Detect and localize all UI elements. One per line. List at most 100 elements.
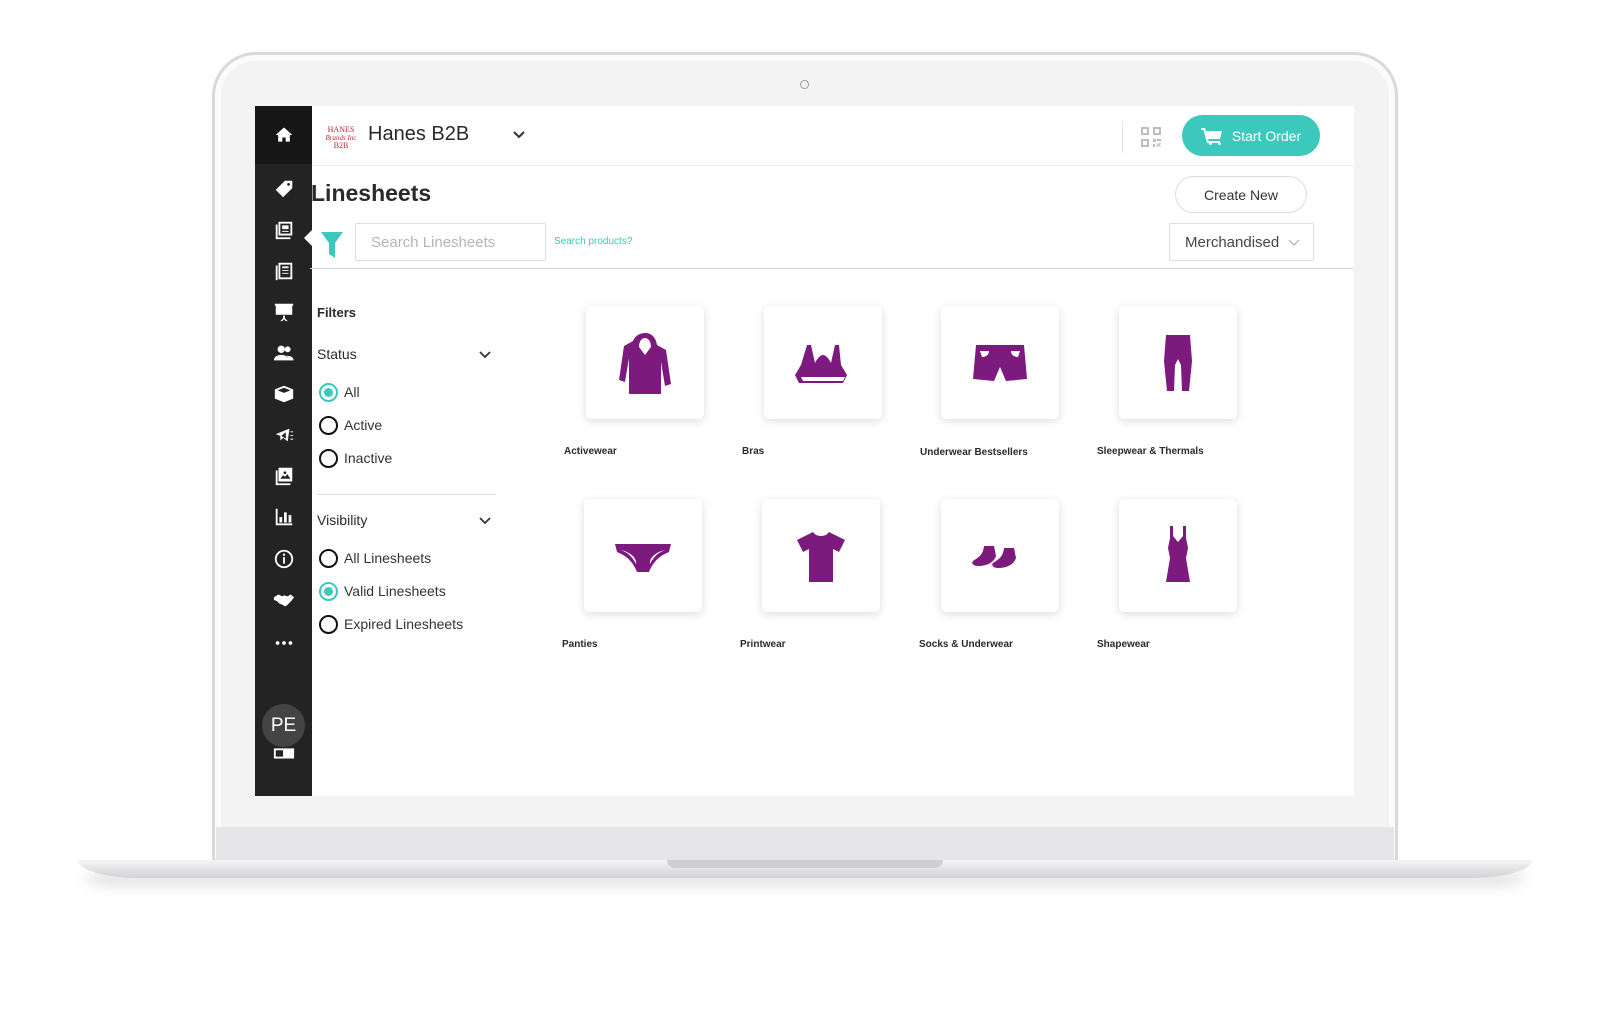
home-icon: [275, 127, 292, 142]
package-icon: [274, 385, 293, 402]
radio-button[interactable]: [319, 448, 338, 468]
topbar: HANES Brands Inc B2B Hanes B2B Start Ord…: [312, 106, 1354, 166]
laptop-notch: [667, 860, 943, 868]
topbar-divider: [1122, 121, 1123, 153]
start-order-button[interactable]: Start Order: [1182, 115, 1320, 156]
sidebar-item-collapse[interactable]: [271, 740, 296, 765]
linesheet-label[interactable]: Activewear: [564, 446, 617, 457]
logo-line-b2b: B2B: [333, 141, 349, 150]
active-item-pointer: [304, 230, 312, 246]
filters-heading: Filters: [317, 305, 357, 320]
reports-icon: [275, 508, 292, 525]
status-filter-title[interactable]: Status: [317, 346, 357, 362]
shapewear-icon: [1166, 525, 1190, 582]
sort-select[interactable]: Merchandised: [1169, 223, 1314, 261]
radio-button[interactable]: [319, 415, 338, 435]
status-option-all[interactable]: All: [319, 381, 360, 403]
sidebar-item-presentations[interactable]: [271, 299, 296, 324]
panel-toggle-icon: [273, 747, 294, 758]
radio-button[interactable]: [319, 581, 338, 601]
account-name[interactable]: Hanes B2B: [368, 123, 469, 146]
linesheet-label[interactable]: Shapewear: [1097, 639, 1150, 650]
visibility-filter-title[interactable]: Visibility: [317, 512, 367, 528]
tshirt-icon: [797, 531, 845, 582]
linesheet-label[interactable]: Printwear: [740, 639, 786, 650]
sidebar-item-tags[interactable]: [271, 176, 296, 201]
sidebar-item-catalog[interactable]: [271, 258, 296, 283]
linesheet-card-socks[interactable]: [941, 499, 1059, 612]
sidebar-item-reports[interactable]: [271, 504, 296, 529]
laptop-camera: [800, 80, 809, 89]
filter-icon[interactable]: [321, 232, 343, 258]
radio-label: Expired Linesheets: [344, 616, 464, 632]
panties-icon: [615, 543, 671, 572]
linesheet-card-sleepwear[interactable]: [1119, 306, 1237, 419]
radio-label: Inactive: [344, 450, 393, 466]
brand-logo[interactable]: HANES Brands Inc B2B: [322, 126, 360, 154]
sidebar-item-info[interactable]: [271, 546, 296, 571]
visibility-option-expired[interactable]: Expired Linesheets: [319, 613, 463, 635]
sidebar-item-linesheets[interactable]: [271, 217, 296, 242]
logo-line-hanes: HANES: [327, 125, 355, 134]
hoodie-icon: [619, 332, 671, 394]
qr-code-icon[interactable]: [1140, 126, 1162, 148]
tag-icon: [275, 180, 292, 197]
chevron-down-icon[interactable]: [478, 349, 492, 361]
visibility-option-valid[interactable]: Valid Linesheets: [319, 580, 446, 602]
radio-label: Active: [344, 417, 383, 433]
customers-icon: [273, 345, 294, 360]
linesheet-label[interactable]: Socks & Underwear: [919, 639, 1013, 650]
visibility-option-all[interactable]: All Linesheets: [319, 547, 431, 569]
create-new-button[interactable]: Create New: [1175, 176, 1307, 213]
search-products-link[interactable]: Search products?: [554, 236, 632, 247]
status-option-inactive[interactable]: Inactive: [319, 447, 392, 469]
search-input[interactable]: [355, 223, 546, 261]
toolbar-divider: [310, 268, 1354, 269]
linesheet-card-underwear-bestsellers[interactable]: [941, 306, 1059, 419]
sidebar: PE: [255, 106, 312, 796]
linesheet-card-panties[interactable]: [584, 499, 702, 612]
sidebar-item-campaigns[interactable]: [271, 422, 296, 447]
laptop-chin: [216, 827, 1394, 863]
campaign-icon: [275, 428, 293, 441]
linesheet-label[interactable]: Underwear Bestsellers: [920, 447, 1028, 458]
socks-icon: [972, 545, 1016, 568]
chevron-down-icon[interactable]: [512, 128, 526, 142]
status-option-active[interactable]: Active: [319, 414, 382, 436]
info-icon: [274, 549, 293, 568]
linesheet-label[interactable]: Panties: [562, 639, 598, 650]
sidebar-item-partners[interactable]: [271, 587, 296, 612]
radio-label: All Linesheets: [344, 550, 432, 566]
linesheet-label[interactable]: Bras: [742, 446, 764, 457]
app-screen: PE HANES Brands Inc B2B Hanes B2B Start …: [255, 106, 1354, 796]
catalog-icon: [275, 262, 292, 280]
sidebar-item-customers[interactable]: [271, 340, 296, 365]
sports-bra-icon: [795, 344, 847, 383]
radio-label: All: [344, 384, 360, 400]
shorts-icon: [973, 344, 1027, 381]
linesheet-card-printwear[interactable]: [762, 499, 880, 612]
linesheet-card-bras[interactable]: [764, 306, 882, 419]
radio-button[interactable]: [319, 548, 338, 568]
linesheet-card-shapewear[interactable]: [1119, 499, 1237, 612]
sidebar-item-more[interactable]: [271, 630, 296, 655]
images-icon: [275, 467, 292, 485]
linesheets-icon: [275, 221, 292, 239]
radio-label: Valid Linesheets: [344, 583, 446, 599]
linesheet-label[interactable]: Sleepwear & Thermals: [1097, 446, 1204, 457]
sidebar-item-images[interactable]: [271, 463, 296, 488]
sort-select-value: Merchandised: [1185, 233, 1280, 251]
linesheet-card-activewear[interactable]: [586, 306, 704, 419]
chevron-down-icon: [1288, 239, 1300, 247]
presentation-icon: [274, 303, 293, 321]
filter-divider: [317, 494, 496, 495]
page-title: Linesheets: [311, 180, 432, 206]
chevron-down-icon[interactable]: [478, 515, 492, 527]
handshake-icon: [273, 594, 294, 606]
radio-button[interactable]: [319, 382, 338, 402]
sidebar-item-products[interactable]: [271, 381, 296, 406]
sidebar-item-home[interactable]: [255, 106, 312, 164]
radio-button[interactable]: [319, 614, 338, 634]
leggings-icon: [1164, 334, 1192, 391]
more-icon: [275, 640, 292, 645]
